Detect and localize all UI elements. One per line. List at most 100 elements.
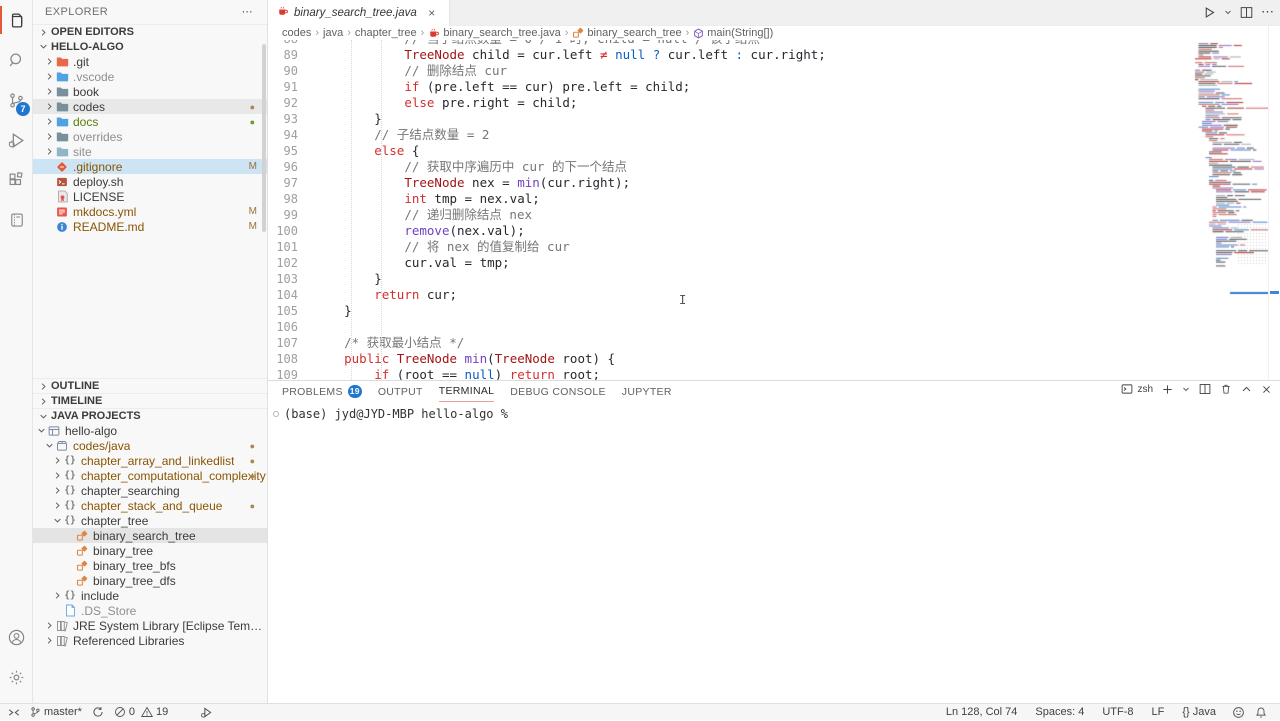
- code-line-105[interactable]: 105 }: [268, 303, 1192, 319]
- activity-account-icon[interactable]: [0, 617, 33, 657]
- remote-indicator[interactable]: [0, 704, 25, 721]
- notifications-bell-icon[interactable]: [1250, 704, 1272, 721]
- terminal-profile[interactable]: zsh: [1121, 383, 1153, 395]
- tree-item-mkdocs.yml[interactable]: mkdocs.ymlM: [33, 204, 267, 219]
- code-line-92[interactable]: 92 else pre.right = child;: [268, 95, 1192, 111]
- tree-item-include[interactable]: {}include: [33, 588, 267, 603]
- activity-explorer-icon[interactable]: [0, 0, 33, 40]
- problems-status[interactable]: 0 19: [109, 704, 173, 721]
- run-dropdown-chevron-icon[interactable]: [1224, 8, 1232, 16]
- feedback-icon[interactable]: [1227, 704, 1250, 721]
- code-viewport[interactable]: 88 // 当子结点数量 = 0 / 1 时, child = null / 该…: [268, 40, 1192, 380]
- section-outline[interactable]: OUTLINE: [33, 378, 267, 393]
- breadcrumb-item[interactable]: binary_search_tree.java: [428, 27, 560, 39]
- terminal[interactable]: (base) jyd@JYD-MBP hello-algo %: [268, 405, 1280, 703]
- git-branch-status[interactable]: master*: [25, 704, 87, 721]
- section-open-editors[interactable]: OPEN EDITORS: [33, 24, 267, 39]
- code-line-91[interactable]: 91 if (pre.left == cur) pre.left = child…: [268, 79, 1192, 95]
- tree-item-chapter_tree[interactable]: {}chapter_tree: [33, 513, 267, 528]
- indentation-status[interactable]: Spaces: 4: [1030, 704, 1089, 721]
- code-line-104[interactable]: 104 return cur;: [268, 287, 1192, 303]
- maximize-panel-button[interactable]: [1241, 384, 1252, 395]
- code-line-90[interactable]: 90 // 删除结点 cur: [268, 63, 1192, 79]
- tree-item-.git[interactable]: .git: [33, 54, 267, 69]
- run-java-button[interactable]: [1203, 6, 1216, 19]
- code-line-106[interactable]: 106: [268, 319, 1192, 335]
- code-line-95[interactable]: 95 else {: [268, 143, 1192, 159]
- close-panel-button[interactable]: [1261, 384, 1272, 395]
- tree-item-binary_search_tree[interactable]: binary_search_tree: [33, 528, 267, 543]
- split-editor-button[interactable]: [1240, 6, 1253, 19]
- code-line-103[interactable]: 103 }: [268, 271, 1192, 287]
- code-line-98[interactable]: 98 int tmp = nex.val;: [268, 191, 1192, 207]
- sync-changes-button[interactable]: [87, 704, 109, 721]
- terminal-dropdown-chevron-icon[interactable]: [1182, 385, 1190, 393]
- tree-item-docs[interactable]: docs●: [33, 114, 267, 129]
- breadcrumb-item[interactable]: main(String[]): [693, 27, 773, 39]
- activity-extensions-icon[interactable]: [0, 160, 33, 200]
- tree-item-.ds_store[interactable]: .DS_Store: [33, 603, 267, 618]
- activity-run-and-debug-icon[interactable]: [0, 120, 33, 160]
- code-line-93[interactable]: 93 }: [268, 111, 1192, 127]
- debug-status-icon[interactable]: [195, 704, 218, 721]
- tree-item-readme.md[interactable]: README.mdM: [33, 219, 267, 234]
- code-line-97[interactable]: 97 TreeNode nex = min(cur.right);: [268, 175, 1192, 191]
- code-line-89[interactable]: 89 TreeNode child = cur.left ≠ null ? cu…: [268, 47, 1192, 63]
- activity-source-control-icon[interactable]: 7: [0, 80, 33, 120]
- breadcrumb-item[interactable]: binary_search_tree: [572, 27, 681, 39]
- section-java-projects[interactable]: JAVA PROJECTS: [33, 408, 267, 423]
- tree-item-hello-algo[interactable]: hello-algo: [33, 423, 267, 438]
- tree-item-codes[interactable]: codes●: [33, 99, 267, 114]
- tree-item-chapter_searching[interactable]: {}chapter_searching: [33, 483, 267, 498]
- section-timeline[interactable]: TIMELINE: [33, 393, 267, 408]
- code-line-107[interactable]: 107 /* 获取最小结点 */: [268, 335, 1192, 351]
- code-line-108[interactable]: 108 public TreeNode min(TreeNode root) {: [268, 351, 1192, 367]
- code-line-99[interactable]: 99 // 递归删除结点 nex: [268, 207, 1192, 223]
- editor-more-actions-icon[interactable]: ⋯: [1261, 4, 1274, 20]
- tree-item-.vscode[interactable]: .vscode: [33, 69, 267, 84]
- split-terminal-button[interactable]: [1199, 383, 1211, 395]
- tree-item-binary_tree[interactable]: binary_tree: [33, 543, 267, 558]
- activity-search-icon[interactable]: [0, 40, 33, 80]
- tree-item-codesjava[interactable]: codes/java●: [33, 438, 267, 453]
- tree-item-binary_tree_bfs[interactable]: binary_tree_bfs: [33, 558, 267, 573]
- code-line-102[interactable]: 102 cur.val = tmp;: [268, 255, 1192, 271]
- activity-settings-icon[interactable]: [0, 657, 33, 697]
- tab-close-icon[interactable]: ×: [424, 6, 440, 20]
- code-line-94[interactable]: 94 // 子结点数量 = 2: [268, 127, 1192, 143]
- breadcrumb-item[interactable]: codes: [282, 27, 311, 39]
- language-mode-status[interactable]: {} Java: [1177, 704, 1221, 721]
- code-line-96[interactable]: 96 // 获取中序遍历中 cur 的下一个结点: [268, 159, 1192, 175]
- tab-binary-search-tree[interactable]: binary_search_tree.java ×: [268, 0, 450, 26]
- section-workspace[interactable]: HELLO-ALGO: [33, 39, 267, 54]
- tree-item-.gitignore[interactable]: .gitignoreM: [33, 159, 267, 174]
- panel-tab-problems[interactable]: PROBLEMS19: [282, 381, 362, 402]
- tree-item-chapter_computational_complexity[interactable]: {}chapter_computational_complexity●: [33, 468, 267, 483]
- tree-item-overrides[interactable]: overrides: [33, 129, 267, 144]
- overview-ruler[interactable]: [1268, 26, 1280, 380]
- command-decoration-icon[interactable]: [273, 411, 279, 417]
- kill-terminal-button[interactable]: [1220, 383, 1232, 395]
- explorer-more-actions-icon[interactable]: ⋯: [242, 0, 253, 24]
- breadcrumb-item[interactable]: java: [323, 27, 343, 39]
- tree-item-referencedlibraries[interactable]: Referenced Libraries: [33, 633, 267, 648]
- breadcrumb-item[interactable]: chapter_tree: [355, 27, 417, 39]
- tree-item-license[interactable]: LICENSE: [33, 189, 267, 204]
- tree-item-chapter_stack_and_queue[interactable]: {}chapter_stack_and_queue●: [33, 498, 267, 513]
- tree-item-jresystemlibraryeclipsetemurin1717....[interactable]: JRE System Library [Eclipse Temurin 17 […: [33, 618, 267, 633]
- panel-tab-terminal[interactable]: TERMINAL: [439, 381, 495, 402]
- new-terminal-button[interactable]: [1162, 384, 1173, 395]
- tree-item-chapter_array_and_linkedlist[interactable]: {}chapter_array_and_linkedlist●: [33, 453, 267, 468]
- tree-item-binary_tree_dfs[interactable]: binary_tree_dfs: [33, 573, 267, 588]
- tree-item-site[interactable]: site: [33, 144, 267, 159]
- cursor-position-status[interactable]: Ln 128, Col 74: [941, 704, 1023, 721]
- activity-notebook-icon[interactable]: [0, 200, 33, 240]
- sidebar-scrollbar[interactable]: [262, 44, 266, 232]
- tree-item-deploy.sh[interactable]: deploy.sh: [33, 174, 267, 189]
- code-line-101[interactable]: 101 // 将 nex 的值复制给 cur: [268, 239, 1192, 255]
- code-line-100[interactable]: 100 remove(nex.val);: [268, 223, 1192, 239]
- panel-tab-debug-console[interactable]: DEBUG CONSOLE: [510, 381, 606, 402]
- panel-tab-jupyter[interactable]: JUPYTER: [622, 381, 672, 402]
- code-line-88[interactable]: 88 // 当子结点数量 = 0 / 1 时, child = null / 该…: [268, 40, 1192, 47]
- minimap[interactable]: [1192, 40, 1268, 370]
